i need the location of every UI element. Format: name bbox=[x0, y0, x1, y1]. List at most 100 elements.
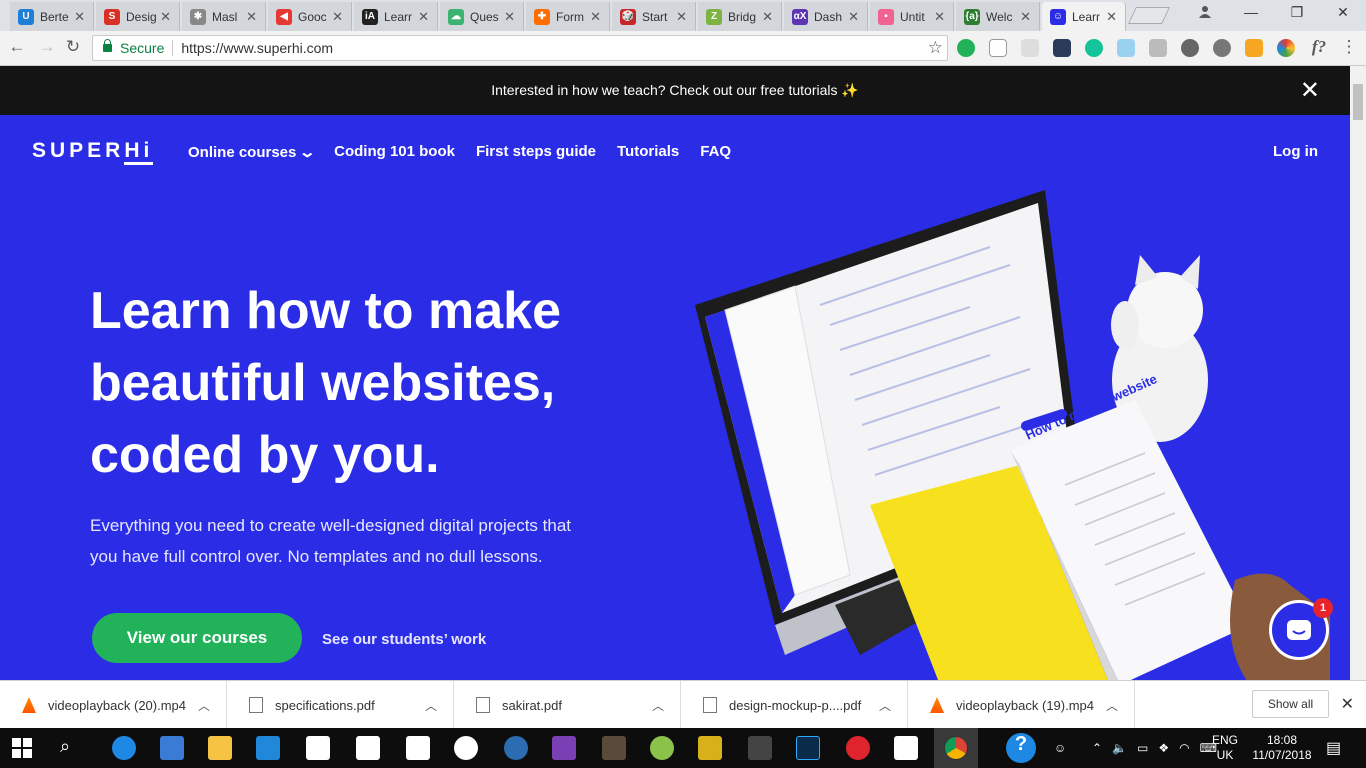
window-close-button[interactable]: ✕ bbox=[1320, 4, 1366, 21]
minimize-button[interactable]: — bbox=[1228, 4, 1274, 20]
extension-function-icon[interactable]: f? bbox=[1308, 37, 1330, 57]
tab-close-icon[interactable]: ✕ bbox=[74, 9, 85, 25]
tab-close-icon[interactable]: ✕ bbox=[1106, 9, 1117, 25]
tripadvisor-icon[interactable] bbox=[454, 736, 478, 760]
downloads-close-icon[interactable]: ✕ bbox=[1341, 694, 1354, 714]
extension-pen-icon[interactable] bbox=[1117, 39, 1135, 57]
show-all-button[interactable]: Show all bbox=[1252, 690, 1329, 718]
address-bar[interactable]: Secure https://www.superhi.com ☆ bbox=[92, 35, 948, 61]
chevron-up-icon[interactable]: ⌃ bbox=[1092, 741, 1102, 755]
sticky-notes-icon[interactable] bbox=[894, 736, 918, 760]
chevron-up-icon[interactable]: ︿ bbox=[425, 697, 437, 714]
back-icon[interactable]: ← bbox=[6, 37, 28, 57]
nav-tutorials[interactable]: Tutorials bbox=[617, 143, 679, 161]
bookmark-star-icon[interactable]: ☆ bbox=[928, 38, 943, 58]
browser-tab[interactable]: {a} Welc ✕ bbox=[956, 2, 1040, 31]
extension-bus-icon[interactable] bbox=[1149, 39, 1167, 57]
browser-tab[interactable]: ✱ Masl ✕ bbox=[182, 2, 266, 31]
fireworks-icon[interactable] bbox=[698, 736, 722, 760]
browser-tab[interactable]: U Berte ✕ bbox=[10, 2, 94, 31]
extension-gear-icon[interactable] bbox=[1213, 39, 1231, 57]
android-studio-icon[interactable] bbox=[650, 736, 674, 760]
tab-close-icon[interactable]: ✕ bbox=[160, 9, 171, 25]
students-work-link[interactable]: See our students’ work bbox=[322, 631, 486, 648]
browser-tab[interactable]: ▪ Untit ✕ bbox=[870, 2, 954, 31]
download-item[interactable]: design-mockup-p....pdf ︿ bbox=[681, 681, 908, 729]
tab-close-icon[interactable]: ✕ bbox=[590, 9, 601, 25]
extension-u-icon[interactable] bbox=[1053, 39, 1071, 57]
download-item[interactable]: videoplayback (20).mp4 ︿ bbox=[0, 681, 227, 729]
download-item[interactable]: sakirat.pdf ︿ bbox=[454, 681, 681, 729]
help-icon[interactable]: ? bbox=[1006, 733, 1036, 763]
extension-eraser-icon[interactable] bbox=[1021, 39, 1039, 57]
grammarly-icon[interactable] bbox=[1085, 39, 1103, 57]
notifications-icon[interactable]: ▤ bbox=[1326, 728, 1341, 768]
browser-tab[interactable]: ☺ Learr ✕ bbox=[1042, 2, 1126, 31]
banner-text[interactable]: Interested in how we teach? Check out ou… bbox=[491, 82, 859, 99]
tab-close-icon[interactable]: ✕ bbox=[934, 9, 945, 25]
edge-icon[interactable] bbox=[112, 736, 136, 760]
nav-coding-101-book[interactable]: Coding 101 book bbox=[334, 143, 455, 161]
extension-shield-icon[interactable] bbox=[1245, 39, 1263, 57]
wifi-icon[interactable]: ◠ bbox=[1179, 741, 1189, 755]
clock[interactable]: 18:08 11/07/2018 bbox=[1252, 728, 1312, 768]
chevron-up-icon[interactable]: ︿ bbox=[879, 697, 891, 714]
maximize-button[interactable]: ❐ bbox=[1274, 4, 1320, 21]
amazon-icon[interactable] bbox=[406, 736, 430, 760]
nav-online-courses[interactable]: Online courses ⌄ bbox=[188, 143, 316, 161]
tab-close-icon[interactable]: ✕ bbox=[332, 9, 343, 25]
browser-tab[interactable]: S Desig ✕ bbox=[96, 2, 180, 31]
dropbox-icon[interactable] bbox=[306, 736, 330, 760]
browser-tab[interactable]: iA Learr ✕ bbox=[354, 2, 438, 31]
opera-icon[interactable] bbox=[846, 736, 870, 760]
download-item[interactable]: videoplayback (19).mp4 ︿ bbox=[908, 681, 1135, 729]
file-explorer-icon[interactable] bbox=[208, 736, 232, 760]
superhi-logo[interactable]: SUPERHi bbox=[32, 139, 154, 165]
people-icon[interactable]: ☺ bbox=[1054, 728, 1066, 768]
camera-icon[interactable] bbox=[356, 736, 380, 760]
forward-icon[interactable]: → bbox=[36, 37, 58, 57]
tab-close-icon[interactable]: ✕ bbox=[762, 9, 773, 25]
banner-close-icon[interactable]: ✕ bbox=[1300, 76, 1320, 105]
extension-check-icon[interactable] bbox=[957, 39, 975, 57]
browser-tab[interactable]: ✚ Form ✕ bbox=[526, 2, 610, 31]
language-indicator[interactable]: ENG UK bbox=[1212, 728, 1238, 768]
search-icon[interactable]: ⌕ bbox=[60, 736, 84, 760]
nav-faq[interactable]: FAQ bbox=[700, 143, 731, 161]
app-bird-icon[interactable] bbox=[504, 736, 528, 760]
extension-doc-icon[interactable] bbox=[989, 39, 1007, 57]
chrome-taskbar-item[interactable] bbox=[934, 728, 978, 768]
login-link[interactable]: Log in bbox=[1273, 143, 1318, 160]
browser-tab[interactable]: αX Dash ✕ bbox=[784, 2, 868, 31]
browser-tab[interactable]: ☁ Ques ✕ bbox=[440, 2, 524, 31]
page-scrollbar[interactable] bbox=[1350, 66, 1366, 680]
tab-close-icon[interactable]: ✕ bbox=[418, 9, 429, 25]
tab-close-icon[interactable]: ✕ bbox=[504, 9, 515, 25]
menu-kebab-icon[interactable]: ⋮ bbox=[1338, 37, 1360, 57]
tab-close-icon[interactable]: ✕ bbox=[676, 9, 687, 25]
tab-close-icon[interactable]: ✕ bbox=[1020, 9, 1031, 25]
browser-tab[interactable]: ◀ Gooc ✕ bbox=[268, 2, 352, 31]
windows-start-icon[interactable] bbox=[12, 738, 32, 758]
tab-close-icon[interactable]: ✕ bbox=[246, 9, 257, 25]
photoshop-icon[interactable] bbox=[796, 736, 820, 760]
view-courses-button[interactable]: View our courses bbox=[92, 613, 302, 663]
chevron-up-icon[interactable]: ︿ bbox=[198, 697, 210, 714]
tools-icon[interactable] bbox=[748, 736, 772, 760]
tab-close-icon[interactable]: ✕ bbox=[848, 9, 859, 25]
profile-icon[interactable] bbox=[1182, 4, 1228, 21]
dropbox-tray-icon[interactable]: ❖ bbox=[1158, 741, 1169, 755]
vscode-icon[interactable] bbox=[256, 736, 280, 760]
scrollbar-thumb[interactable] bbox=[1353, 84, 1363, 120]
url-text[interactable]: https://www.superhi.com bbox=[181, 40, 333, 56]
extension-color-icon[interactable] bbox=[1277, 39, 1295, 57]
store-icon[interactable] bbox=[160, 736, 184, 760]
browser-tab[interactable]: 🎲 Start ✕ bbox=[612, 2, 696, 31]
nav-first-steps-guide[interactable]: First steps guide bbox=[476, 143, 596, 161]
download-item[interactable]: specifications.pdf ︿ bbox=[227, 681, 454, 729]
battery-icon[interactable]: ▭ bbox=[1137, 741, 1148, 755]
visual-studio-icon[interactable] bbox=[552, 736, 576, 760]
reload-icon[interactable]: ↻ bbox=[62, 37, 84, 57]
browser-tab[interactable]: Z Bridg ✕ bbox=[698, 2, 782, 31]
system-tray-icons[interactable]: ⌃ 🔈 ▭ ❖ ◠ ⌨ bbox=[1092, 728, 1217, 768]
